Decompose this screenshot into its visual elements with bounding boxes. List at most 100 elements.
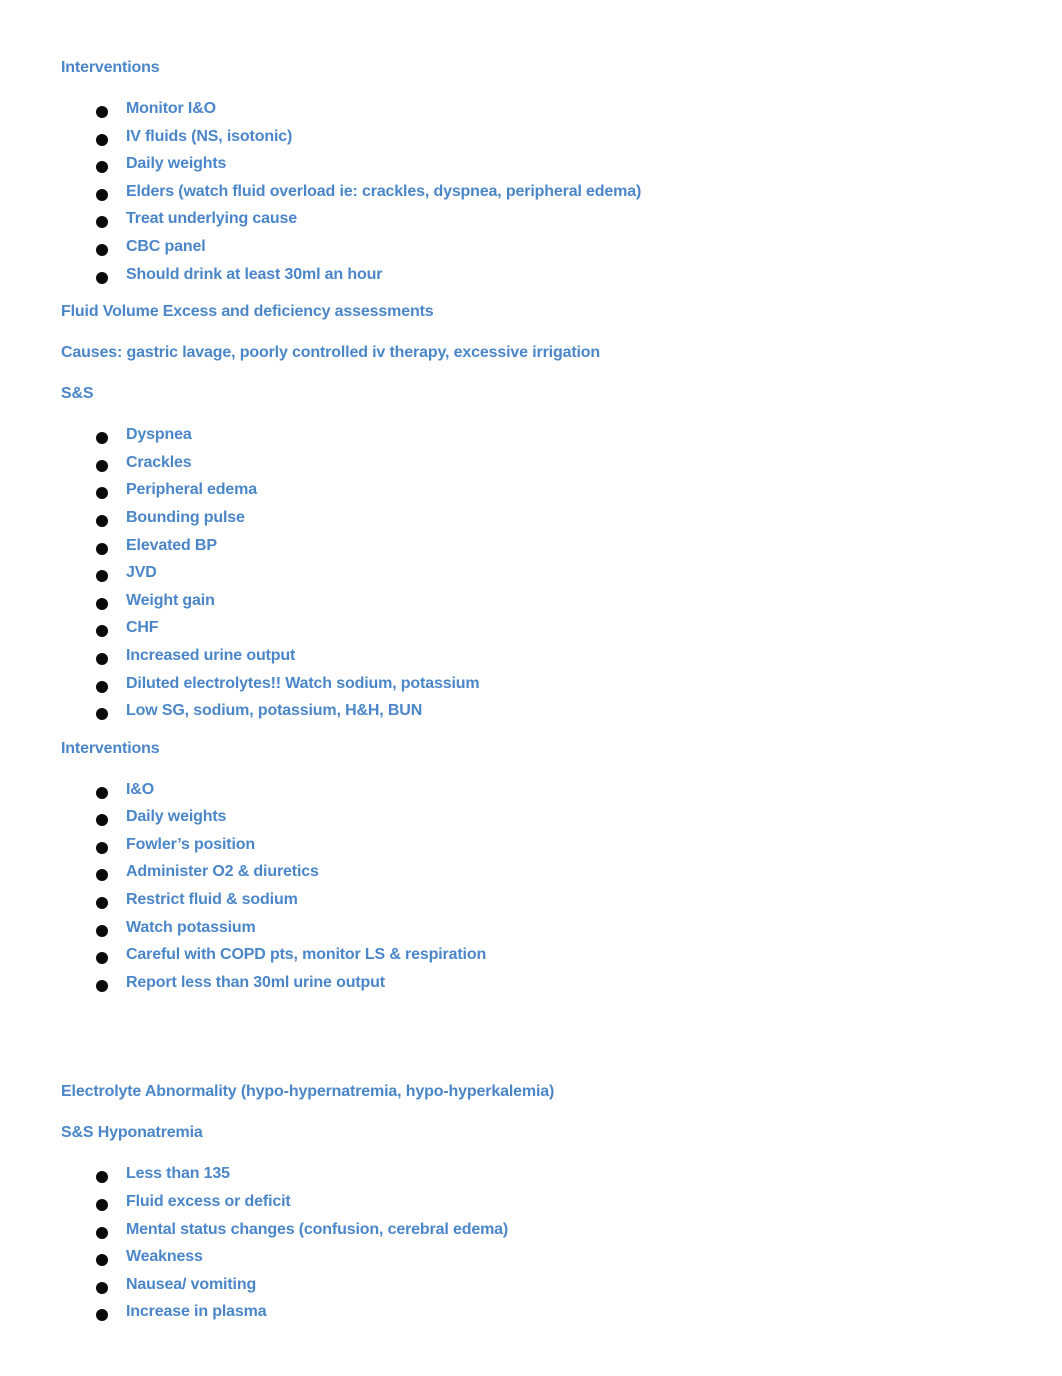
list-item-label: Weakness — [126, 1248, 203, 1266]
list-item-label: JVD — [126, 564, 157, 582]
bullet-icon — [96, 1199, 108, 1212]
list-item: Less than 135 — [61, 1164, 1011, 1192]
list-item-label: Peripheral edema — [126, 481, 257, 499]
bullet-icon — [96, 924, 108, 937]
list-item: IV fluids (NS, isotonic) — [61, 127, 1011, 155]
list-item: Mental status changes (confusion, cerebr… — [61, 1220, 1011, 1248]
paragraph-causes: Causes: gastric lavage, poorly controlle… — [61, 344, 601, 362]
list-item-label: Less than 135 — [126, 1165, 230, 1183]
list-item-label: Elders (watch fluid overload ie: crackle… — [126, 182, 642, 200]
document-page: Interventions Monitor I&O IV fluids (NS,… — [0, 0, 1062, 1376]
bullet-icon — [96, 432, 108, 445]
list-item-label: Daily weights — [126, 808, 227, 826]
list-item: Daily weights — [61, 154, 1011, 182]
list-item-label: Weight gain — [126, 591, 215, 609]
list-item-label: Low SG, sodium, potassium, H&H, BUN — [126, 702, 423, 720]
blank-paragraph — [61, 1041, 1011, 1061]
bullet-icon — [96, 514, 108, 527]
list-item-label: Watch potassium — [126, 918, 256, 936]
bullet-icon — [96, 216, 108, 229]
list-item: CBC panel — [61, 237, 1011, 265]
list-ss-hyponatremia: Less than 135 Fluid excess or deficit Me… — [61, 1164, 1011, 1330]
list-item-label: Dyspnea — [126, 426, 192, 444]
list-item-label: Should drink at least 30ml an hour — [126, 265, 383, 283]
list-item: Weakness — [61, 1247, 1011, 1275]
blank-paragraph — [61, 1000, 1011, 1020]
bullet-icon — [96, 625, 108, 638]
list-interventions-1: Monitor I&O IV fluids (NS, isotonic) Dai… — [61, 99, 1011, 292]
list-item: CHF — [61, 618, 1011, 646]
bullet-icon — [96, 459, 108, 472]
bullet-icon — [96, 786, 108, 799]
list-item-label: Treat underlying cause — [126, 210, 297, 228]
list-item-label: CBC panel — [126, 237, 206, 255]
document-body: Interventions Monitor I&O IV fluids (NS,… — [61, 58, 1011, 1330]
list-item-label: Monitor I&O — [126, 100, 216, 117]
list-item: Fluid excess or deficit — [61, 1192, 1011, 1220]
list-item: Peripheral edema — [61, 480, 1011, 508]
list-item-label: CHF — [126, 619, 159, 637]
subheading-ss: S&S — [61, 385, 94, 403]
list-item: Treat underlying cause — [61, 209, 1011, 237]
heading-fluid-volume-excess: Fluid Volume Excess and deficiency asses… — [61, 303, 434, 321]
list-item-label: Crackles — [126, 453, 192, 471]
list-item: Elevated BP — [61, 536, 1011, 564]
list-item-label: Administer O2 & diuretics — [126, 863, 319, 881]
bullet-icon — [96, 869, 108, 882]
list-item: Dyspnea — [61, 425, 1011, 453]
list-item: Careful with COPD pts, monitor LS & resp… — [61, 945, 1011, 973]
list-item-label: Increase in plasma — [126, 1303, 267, 1321]
heading-electrolyte-abnormality: Electrolyte Abnormality (hypo-hypernatre… — [61, 1083, 555, 1101]
bullet-icon — [96, 1309, 108, 1322]
list-item: Increase in plasma — [61, 1302, 1011, 1330]
list-item: Weight gain — [61, 591, 1011, 619]
bullet-icon — [96, 188, 108, 201]
list-item: Restrict fluid & sodium — [61, 890, 1011, 918]
bullet-icon — [96, 897, 108, 910]
bullet-icon — [96, 680, 108, 693]
heading-interventions-2: Interventions — [61, 739, 160, 757]
list-item: Low SG, sodium, potassium, H&H, BUN — [61, 701, 1011, 729]
bullet-icon — [96, 708, 108, 721]
bullet-icon — [96, 161, 108, 174]
list-item-label: Elevated BP — [126, 536, 217, 554]
bullet-icon — [96, 979, 108, 992]
bullet-icon — [96, 841, 108, 854]
list-ss-fluid-volume-excess: Dyspnea Crackles Peripheral edema Boundi… — [61, 425, 1011, 729]
bullet-icon — [96, 243, 108, 256]
list-item-label: Mental status changes (confusion, cerebr… — [126, 1220, 509, 1238]
bullet-icon — [96, 652, 108, 665]
list-item: JVD — [61, 563, 1011, 591]
list-item: Should drink at least 30ml an hour — [61, 265, 1011, 293]
list-item: Report less than 30ml urine output — [61, 973, 1011, 1001]
list-item: Fowler’s position — [61, 835, 1011, 863]
list-item: Monitor I&O — [61, 99, 1011, 127]
list-item: Bounding pulse — [61, 508, 1011, 536]
bullet-icon — [96, 570, 108, 583]
bullet-icon — [96, 1226, 108, 1239]
list-item-label: Report less than 30ml urine output — [126, 973, 385, 991]
list-item-label: Fowler’s position — [126, 835, 256, 853]
list-item: Elders (watch fluid overload ie: crackle… — [61, 182, 1011, 210]
list-item-label: Bounding pulse — [126, 508, 245, 526]
bullet-icon — [96, 814, 108, 827]
bullet-icon — [96, 271, 108, 284]
list-item-label: Increased urine output — [126, 646, 296, 664]
list-item-label: IV fluids (NS, isotonic) — [126, 127, 293, 145]
list-item: I&O — [61, 780, 1011, 808]
bullet-icon — [96, 597, 108, 610]
bullet-icon — [96, 1254, 108, 1267]
bullet-icon — [96, 1281, 108, 1294]
heading-interventions-1: Interventions — [61, 59, 160, 76]
list-item: Increased urine output — [61, 646, 1011, 674]
bullet-icon — [96, 1171, 108, 1184]
list-item-label: I&O — [126, 780, 154, 798]
list-item: Diluted electrolytes!! Watch sodium, pot… — [61, 674, 1011, 702]
subheading-ss-hyponatremia: S&S Hyponatremia — [61, 1124, 203, 1142]
list-item-label: Restrict fluid & sodium — [126, 891, 298, 909]
list-item: Administer O2 & diuretics — [61, 862, 1011, 890]
list-item-label: Fluid excess or deficit — [126, 1193, 291, 1211]
list-item: Daily weights — [61, 807, 1011, 835]
